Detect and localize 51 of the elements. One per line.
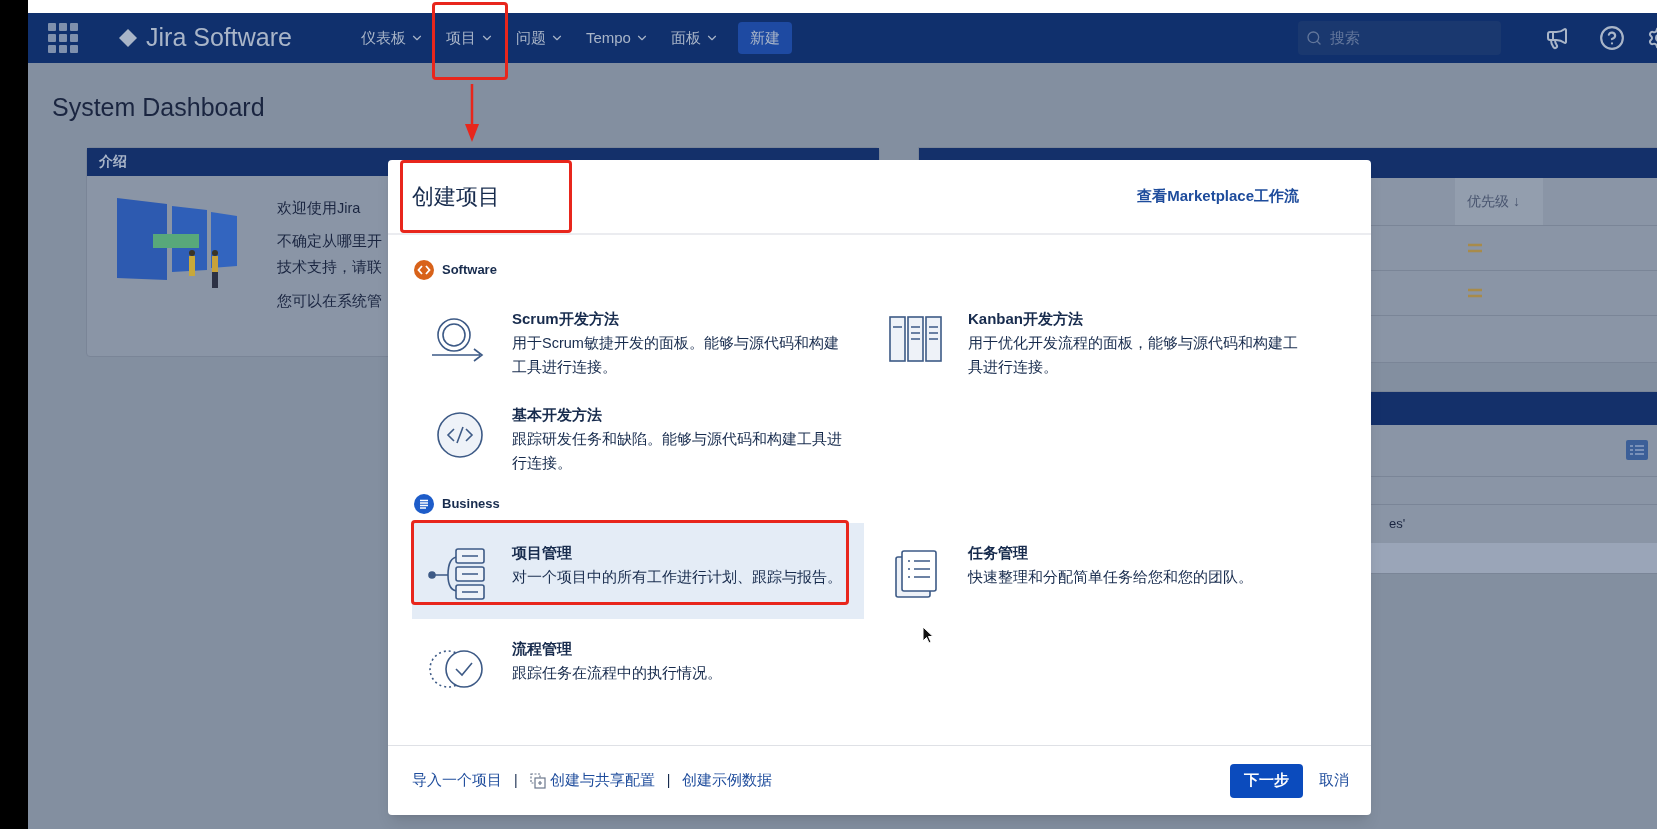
welcome-heading: 欢迎使用Jira [277,198,362,218]
help-icon[interactable] [1599,25,1625,51]
page-title: System Dashboard [52,92,265,123]
section-label: Business [442,495,500,514]
nav-menu[interactable]: Tempo [574,21,660,55]
dialog-title: 创建项目 [411,183,500,211]
activity-text: es' [1389,514,1406,533]
code-icon [414,260,434,280]
card-title: 介绍 [99,152,127,171]
template-description: 对一个项目中的所有工作进行计划、跟踪与报告。 [512,568,843,587]
app-name[interactable]: Jira Software [146,19,292,57]
app-grid-icon[interactable] [48,23,78,53]
search-icon [1306,30,1322,46]
template-name: 任务管理 [968,543,1029,563]
diamond-logo-icon [118,28,138,48]
footer-link[interactable]: 创建示例数据 [682,769,773,792]
template-description: 跟踪研发任务和缺陷。能够与源代码和构建工具进行连接。 [512,430,843,473]
mouse-cursor-icon [922,626,934,644]
nav-menu[interactable]: 面板 [659,21,730,55]
template-description: 用于优化开发流程的面板，能够与源代码和构建工具进行连接。 [968,334,1299,377]
template-name: Kanban开发方法 [968,309,1084,329]
copy-icon [529,772,546,789]
create-button[interactable]: 新建 [737,22,792,54]
template-name: 项目管理 [512,543,573,563]
marketplace-link[interactable]: 查看Marketplace工作流 [1137,185,1299,208]
intro-text: 您可以在系统管 [277,291,382,311]
template-option[interactable]: 项目管理 对一个项目中的所有工作进行计划、跟踪与报告。 [412,523,864,619]
nav-menu[interactable]: 项目 [434,21,505,55]
template-description: 用于Scrum敏捷开发的面板。能够与源代码和构建工具进行连接。 [512,334,840,377]
intro-text: 不确定从哪里开 [277,232,382,252]
megaphone-icon[interactable] [1545,26,1569,50]
priority-icon [1467,286,1483,299]
separator: | [666,771,671,790]
search-placeholder: 搜索 [1330,27,1360,48]
next-button[interactable]: 下一步 [1230,763,1303,798]
footer-link[interactable]: 创建与共享配置 [529,769,655,792]
intro-text: 技术支持，请联 [277,258,382,277]
template-description: 跟踪任务在流程中的执行情况。 [512,664,723,683]
separator: | [514,771,518,790]
template-name: 流程管理 [512,639,573,659]
template-name: 基本开发方法 [512,405,603,425]
document-icon [414,494,434,514]
template-name: Scrum开发方法 [512,309,620,329]
cancel-button[interactable]: 取消 [1315,769,1353,792]
nav-menu[interactable]: 仪表板 [349,21,435,55]
annotation-arrow [464,84,480,142]
nav-menu[interactable]: 问题 [504,21,575,55]
template-description: 快速整理和分配简单任务给您和您的团队。 [968,568,1254,587]
priority-icon [1467,241,1483,254]
section-label: Software [442,261,497,280]
footer-link[interactable]: 导入一个项目 [412,769,502,792]
